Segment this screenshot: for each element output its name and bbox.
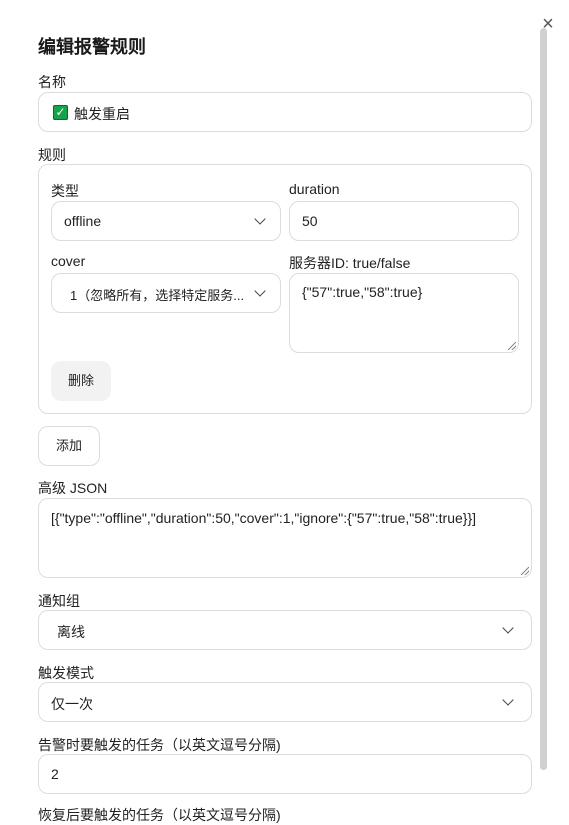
server-ids-textarea[interactable]: {"57":true,"58":true} xyxy=(289,273,519,353)
name-value: 触发重启 xyxy=(74,106,130,122)
advanced-json-label: 高级 JSON xyxy=(38,480,108,496)
type-select[interactable]: offline xyxy=(51,201,281,241)
alert-tasks-label: 告警时要触发的任务（以英文逗号分隔) xyxy=(38,737,281,753)
notification-group-select[interactable]: 离线 xyxy=(38,610,532,650)
chevron-down-icon xyxy=(502,622,514,634)
trigger-mode-label: 触发模式 xyxy=(38,665,94,681)
chevron-down-icon xyxy=(502,694,514,706)
add-rule-button[interactable]: 添加 xyxy=(38,426,100,466)
type-value: offline xyxy=(64,213,102,229)
scrollbar[interactable] xyxy=(540,28,547,811)
checkbox-check-icon: ✓ xyxy=(53,105,68,120)
name-label: 名称 xyxy=(38,74,66,90)
rules-label: 规则 xyxy=(38,147,66,163)
resize-handle-icon[interactable] xyxy=(521,567,529,575)
trigger-mode-value: 仅一次 xyxy=(51,696,93,712)
advanced-json-textarea[interactable]: [{"type":"offline","duration":50,"cover"… xyxy=(38,498,532,578)
name-input[interactable]: ✓ 触发重启 xyxy=(38,92,532,132)
server-ids-value: {"57":true,"58":true} xyxy=(302,284,423,300)
chevron-down-icon xyxy=(254,285,266,297)
notification-group-label: 通知组 xyxy=(38,593,80,609)
duration-value: 50 xyxy=(302,213,318,229)
cover-select[interactable]: 1（忽略所有，选择特定服务... xyxy=(51,273,281,313)
duration-input[interactable]: 50 xyxy=(289,201,519,241)
edit-alert-rule-dialog: × 编辑报警规则 名称 ✓ 触发重启 规则 类型 offline duratio… xyxy=(0,0,569,823)
chevron-down-icon xyxy=(254,213,266,225)
delete-rule-button[interactable]: 删除 xyxy=(51,361,111,401)
cover-label: cover xyxy=(51,253,86,269)
duration-label: duration xyxy=(289,181,340,197)
rule-card: 类型 offline duration 50 cover 1（忽略所有，选择特定… xyxy=(38,164,532,414)
scrollbar-thumb[interactable] xyxy=(540,28,547,770)
alert-tasks-value: 2 xyxy=(51,766,59,782)
trigger-mode-select[interactable]: 仅一次 xyxy=(38,682,532,722)
resize-handle-icon[interactable] xyxy=(508,342,516,350)
type-label: 类型 xyxy=(51,183,79,199)
advanced-json-value: [{"type":"offline","duration":50,"cover"… xyxy=(51,510,477,526)
recovery-tasks-label: 恢复后要触发的任务（以英文逗号分隔) xyxy=(38,807,281,823)
notification-group-value: 离线 xyxy=(57,624,85,640)
cover-value: 1（忽略所有，选择特定服务... xyxy=(70,288,245,303)
dialog-title: 编辑报警规则 xyxy=(38,37,146,57)
alert-tasks-input[interactable]: 2 xyxy=(38,754,532,794)
server-ids-label: 服务器ID: true/false xyxy=(289,255,411,271)
